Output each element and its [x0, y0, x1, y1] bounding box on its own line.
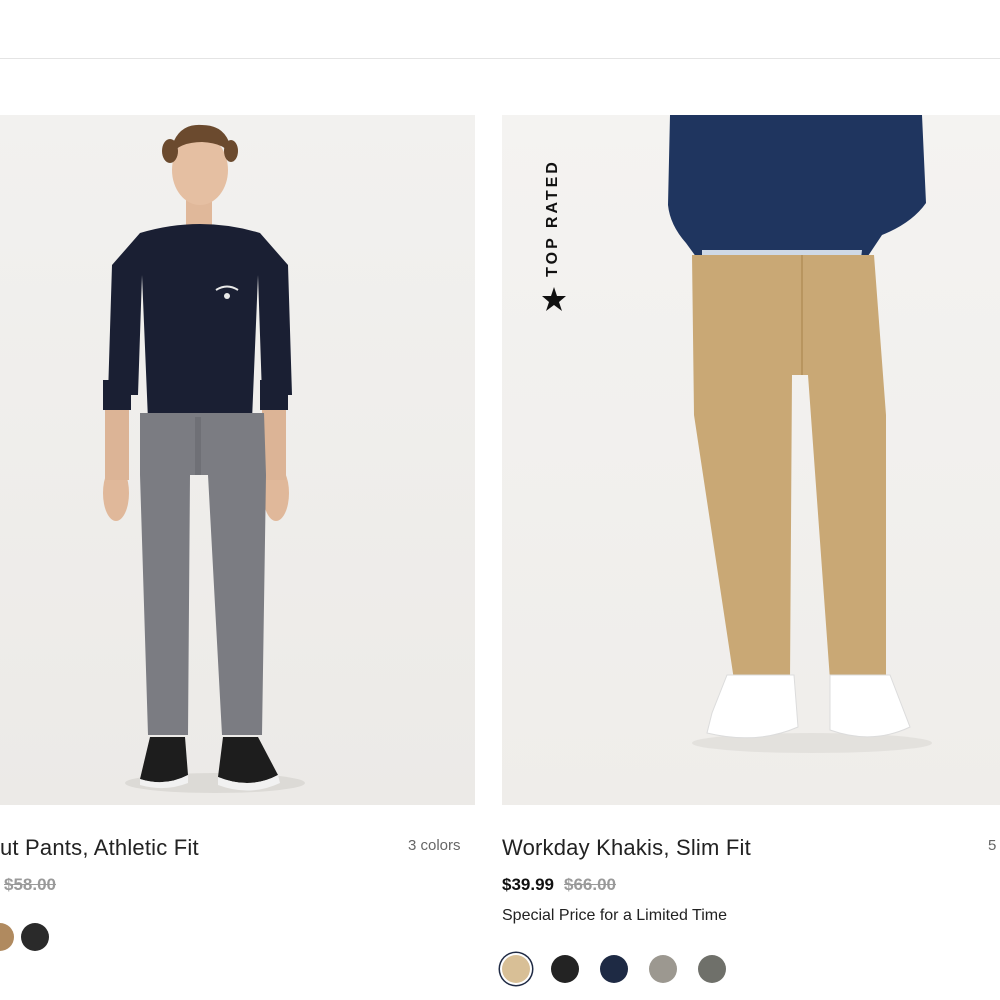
color-count: 5 [988, 837, 997, 854]
price-row: $39.99 $66.00 [502, 875, 616, 895]
sale-price: $39.99 [502, 875, 554, 894]
color-swatch-khaki[interactable] [502, 955, 530, 983]
color-swatch-navy[interactable] [600, 955, 628, 983]
color-swatch-khaki[interactable] [0, 923, 14, 951]
product-name[interactable]: ut Pants, Athletic Fit [0, 835, 199, 861]
product-image[interactable]: TOP RATED [502, 115, 1000, 805]
site-header-bar [0, 0, 1000, 59]
product-image[interactable] [0, 115, 475, 805]
price-row: $58.00 [4, 875, 56, 895]
color-swatch-black[interactable] [21, 923, 49, 951]
original-price: $66.00 [564, 875, 616, 894]
product-card[interactable]: TOP RATED Workday Khakis, Slim Fit 5 $39… [502, 115, 1000, 983]
color-swatch-stone[interactable] [649, 955, 677, 983]
color-count: 3 colors [408, 837, 461, 854]
model-grey-pants-illustration [103, 124, 305, 793]
product-card[interactable]: ut Pants, Athletic Fit 3 colors $58.00 [0, 115, 475, 951]
model-khaki-pants-illustration [668, 115, 932, 753]
promo-text: Special Price for a Limited Time [502, 907, 727, 924]
badge-label: TOP RATED [544, 159, 561, 277]
color-swatch-black[interactable] [551, 955, 579, 983]
top-rated-badge: TOP RATED [542, 155, 570, 315]
color-swatch-olive-grey[interactable] [698, 955, 726, 983]
product-name[interactable]: Workday Khakis, Slim Fit [502, 835, 751, 861]
original-price: $58.00 [4, 875, 56, 894]
